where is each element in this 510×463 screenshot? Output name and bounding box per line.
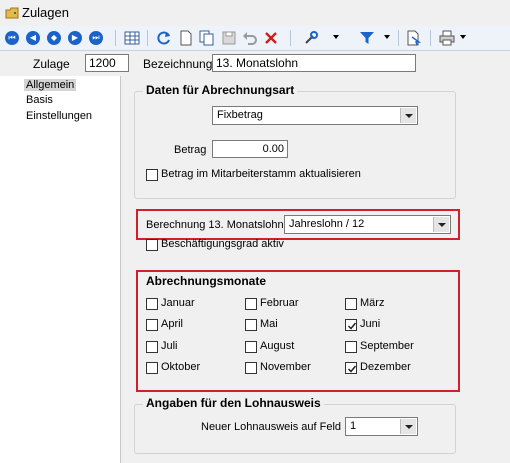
table-icon — [124, 31, 140, 45]
undo-button[interactable] — [241, 29, 259, 47]
month-label: August — [260, 340, 295, 352]
month-label: Dezember — [360, 361, 411, 373]
abrechnungsart-value: Fixbetrag — [217, 109, 263, 121]
months-highlight — [136, 270, 460, 392]
month-checkbox[interactable] — [345, 341, 357, 353]
table-view-button[interactable] — [123, 29, 141, 47]
month-checkbox[interactable] — [146, 341, 158, 353]
filter-icon — [360, 32, 374, 44]
month-label: Februar — [260, 297, 299, 309]
month-checkbox[interactable] — [245, 341, 257, 353]
binoculars-icon: ◆ — [47, 31, 61, 45]
betrag-field[interactable]: 0.00 — [212, 140, 288, 158]
update-checkbox[interactable] — [146, 169, 158, 181]
toolbar-separator — [115, 30, 116, 46]
sidebar: Allgemein Basis Einstellungen — [0, 76, 121, 463]
berechnung-value: Jahreslohn / 12 — [289, 218, 365, 230]
bezeichnung-field[interactable]: 13. Monatslohn — [212, 54, 416, 72]
chevron-down-icon[interactable] — [400, 419, 416, 434]
check-icon — [347, 365, 357, 373]
berechnung-label: Berechnung 13. Monatslohn — [146, 219, 284, 231]
print-icon — [439, 30, 455, 46]
zulage-field[interactable]: 1200 — [85, 54, 129, 72]
tools-icon — [305, 31, 318, 44]
beschaeftigung-label: Beschäftigungsgrad aktiv — [161, 238, 284, 250]
month-checkbox[interactable] — [345, 298, 357, 310]
month-checkbox[interactable] — [245, 362, 257, 374]
next-record-button[interactable]: ▶ — [66, 29, 84, 47]
berechnung-select[interactable]: Jahreslohn / 12 — [284, 215, 451, 234]
month-checkbox[interactable] — [245, 298, 257, 310]
lohnausweis-field-select[interactable]: 1 — [345, 417, 418, 436]
toolbar-separator — [398, 30, 399, 46]
last-record-button[interactable]: ⏭ — [87, 29, 105, 47]
toolbar-separator — [290, 30, 291, 46]
months-title: Abrechnungsmonate — [146, 274, 267, 288]
chevron-down-icon[interactable] — [433, 217, 449, 232]
last-icon: ⏭ — [89, 31, 103, 45]
previous-record-button[interactable]: ◀ — [24, 29, 42, 47]
folder-plus-icon — [5, 7, 19, 19]
chevron-down-icon[interactable] — [400, 108, 416, 123]
bezeichnung-label: Bezeichnung — [143, 57, 213, 71]
tools-button[interactable] — [302, 29, 320, 47]
title-bar: Zulagen — [0, 0, 510, 27]
sidebar-item-einstellungen[interactable]: Einstellungen — [26, 110, 92, 122]
lohnausweis-field-value: 1 — [350, 420, 357, 432]
toolbar-separator — [147, 30, 148, 46]
month-checkbox[interactable] — [146, 298, 158, 310]
first-record-button[interactable]: ⏮ — [3, 29, 21, 47]
delete-icon — [265, 32, 277, 44]
copy-icon — [199, 30, 214, 46]
print-button[interactable] — [438, 29, 456, 47]
month-checkbox[interactable] — [345, 319, 357, 331]
previous-icon: ◀ — [26, 31, 40, 45]
refresh-icon — [157, 31, 170, 45]
next-icon: ▶ — [68, 31, 82, 45]
delete-button[interactable] — [262, 29, 280, 47]
beschaeftigung-checkbox[interactable] — [146, 239, 158, 251]
update-checkbox-label: Betrag im Mitarbeiterstamm aktualisieren — [161, 168, 361, 180]
window-title: Zulagen — [22, 5, 69, 20]
abrechnungsart-title: Daten für Abrechnungsart — [143, 83, 298, 97]
undo-icon — [243, 32, 257, 45]
month-label: Mai — [260, 318, 278, 330]
lohnausweis-field-label: Neuer Lohnausweis auf Feld — [201, 421, 342, 433]
month-label: Juli — [161, 340, 178, 352]
export-button[interactable] — [405, 29, 423, 47]
new-document-icon — [180, 30, 192, 46]
abrechnungsart-select[interactable]: Fixbetrag — [212, 106, 418, 125]
month-label: September — [360, 340, 414, 352]
search-record-button[interactable]: ◆ — [45, 29, 63, 47]
sidebar-item-allgemein[interactable]: Allgemein — [24, 79, 77, 91]
month-checkbox[interactable] — [146, 362, 158, 374]
tools-dropdown-arrow[interactable] — [333, 35, 339, 39]
toolbar: ⏮ ◀ ◆ ▶ ⏭ — [0, 26, 510, 51]
month-label: November — [260, 361, 311, 373]
month-label: April — [161, 318, 184, 330]
month-label: Juni — [360, 318, 381, 330]
new-button[interactable] — [177, 29, 195, 47]
first-icon: ⏮ — [5, 31, 19, 45]
sidebar-item-basis[interactable]: Basis — [26, 94, 53, 106]
toolbar-separator — [430, 30, 431, 46]
save-icon — [222, 31, 236, 45]
filter-button[interactable] — [358, 29, 376, 47]
betrag-label: Betrag — [174, 144, 207, 156]
copy-button[interactable] — [198, 29, 216, 47]
month-label: Oktober — [161, 361, 201, 373]
lohnausweis-title: Angaben für den Lohnausweis — [143, 396, 324, 410]
export-icon — [407, 30, 422, 46]
month-label: Januar — [161, 297, 195, 309]
month-checkbox[interactable] — [245, 319, 257, 331]
month-checkbox[interactable] — [345, 362, 357, 374]
print-dropdown-arrow[interactable] — [460, 35, 466, 39]
check-icon — [347, 322, 357, 330]
zulage-label: Zulage — [33, 57, 70, 71]
refresh-button[interactable] — [155, 29, 173, 47]
filter-dropdown-arrow[interactable] — [384, 35, 390, 39]
month-label: März — [360, 297, 385, 309]
save-button[interactable] — [220, 29, 238, 47]
month-checkbox[interactable] — [146, 319, 158, 331]
